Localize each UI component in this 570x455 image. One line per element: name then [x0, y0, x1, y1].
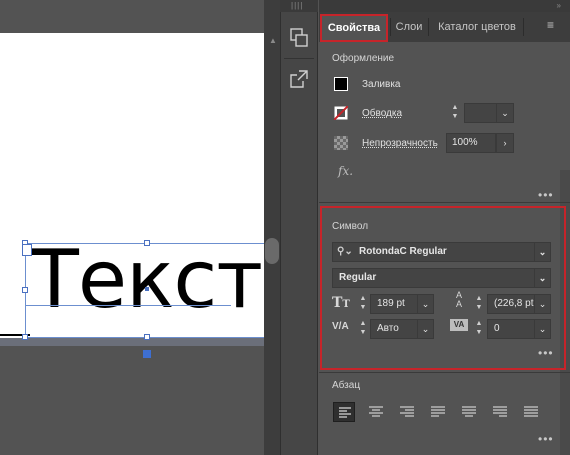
section-divider	[319, 202, 570, 203]
panel-menu-icon[interactable]: ≡	[547, 18, 554, 32]
panel-header[interactable]: »	[319, 0, 570, 12]
chevron-down-icon: ⌄	[417, 320, 433, 338]
kerning-icon: V/A	[332, 321, 349, 332]
strip-divider	[284, 58, 314, 59]
frame-handle[interactable]	[22, 334, 28, 340]
fx-icon[interactable]: fx.	[338, 164, 353, 178]
baseline-guide	[26, 305, 231, 306]
appearance-more-button[interactable]: •••	[538, 188, 554, 202]
tracking-dropdown[interactable]: 0 ⌄	[487, 319, 551, 339]
tab-divider	[390, 18, 391, 36]
opacity-label[interactable]: Непрозрачность	[362, 138, 438, 149]
align-right-icon[interactable]	[396, 402, 418, 422]
kerning-stepper[interactable]: ▲ ▼	[356, 319, 370, 339]
out-port[interactable]	[143, 350, 151, 358]
frame-handle[interactable]	[144, 334, 150, 340]
justify-center-icon[interactable]	[458, 402, 480, 422]
justify-left-icon[interactable]	[427, 402, 449, 422]
kerning-dropdown[interactable]: Авто ⌄	[370, 319, 434, 339]
justify-right-icon[interactable]	[489, 402, 511, 422]
canvas-vertical-scrollbar[interactable]	[264, 0, 280, 455]
font-size-value: 189 pt	[377, 298, 405, 309]
scroll-thumb[interactable]	[265, 238, 279, 264]
pasteboard-strip	[0, 338, 264, 346]
chevron-down-icon: ⌄	[534, 243, 550, 261]
character-title: Символ	[332, 221, 369, 232]
chevron-down-icon: ⌄	[417, 295, 433, 313]
export-icon[interactable]	[287, 67, 311, 91]
chevron-down-icon: ⌄	[534, 269, 550, 287]
opacity-field[interactable]: 100%	[446, 133, 496, 153]
chevron-down-icon: ⌄	[534, 295, 550, 313]
center-point	[145, 287, 149, 291]
stroke-weight-field[interactable]	[464, 103, 496, 123]
frame-handle[interactable]	[144, 240, 150, 246]
scroll-up-icon[interactable]: ▲	[268, 36, 278, 46]
font-size-icon: TT	[332, 295, 350, 311]
arrange-panels-icon[interactable]	[287, 26, 311, 50]
character-more-button[interactable]: •••	[538, 346, 554, 360]
leading-value: (226,8 pt	[494, 298, 534, 309]
chevron-right-icon: ›	[503, 138, 507, 148]
stroke-stepper[interactable]: ▲ ▼	[448, 103, 462, 123]
tab-layers[interactable]: Слои	[392, 12, 426, 42]
section-divider	[319, 372, 570, 373]
chevron-down-icon: ⌄	[534, 320, 550, 338]
tab-swatches[interactable]: Каталог цветов	[432, 12, 522, 42]
kerning-value: Авто	[377, 323, 399, 334]
leading-stepper[interactable]: ▲ ▼	[472, 294, 486, 314]
tracking-stepper[interactable]: ▲ ▼	[472, 319, 486, 339]
tab-properties[interactable]: Свойства	[320, 14, 388, 42]
fill-label: Заливка	[362, 79, 401, 90]
strip-header[interactable]: ||||	[280, 0, 318, 12]
opacity-icon	[334, 136, 348, 150]
stroke-label[interactable]: Обводка	[362, 108, 402, 119]
chevron-down-icon: ⌄	[501, 108, 509, 118]
font-size-stepper[interactable]: ▲ ▼	[356, 294, 370, 314]
grip-icon[interactable]: ||||	[291, 0, 303, 12]
leading-dropdown[interactable]: (226,8 pt ⌄	[487, 294, 551, 314]
appearance-title: Оформление	[332, 53, 395, 64]
stroke-weight-dropdown[interactable]: ⌄	[496, 103, 514, 123]
tab-divider	[428, 18, 429, 36]
collapse-icon[interactable]: »	[557, 0, 562, 12]
font-style-value: Regular	[339, 272, 377, 283]
font-size-dropdown[interactable]: 189 pt ⌄	[370, 294, 434, 314]
in-port[interactable]	[22, 244, 32, 256]
tab-divider	[523, 18, 524, 36]
opacity-dropdown[interactable]: ›	[496, 133, 514, 153]
align-center-icon[interactable]	[365, 402, 387, 422]
search-icon: ⚲⌄	[337, 246, 353, 257]
frame-handle[interactable]	[22, 287, 28, 293]
tracking-value: 0	[494, 323, 500, 334]
font-style-dropdown[interactable]: Regular ⌄	[332, 268, 551, 288]
font-family-value: RotondaC Regular	[359, 246, 447, 257]
leading-icon: AA	[455, 290, 462, 309]
paragraph-title: Абзац	[332, 380, 361, 391]
paragraph-more-button[interactable]: •••	[538, 432, 554, 446]
align-left-icon[interactable]	[333, 402, 355, 422]
fill-swatch[interactable]	[334, 77, 348, 91]
stroke-swatch[interactable]	[333, 105, 349, 121]
tracking-icon: VA	[450, 319, 468, 331]
justify-all-icon[interactable]	[520, 402, 542, 422]
font-family-dropdown[interactable]: RotondaC Regular ⚲⌄ ⌄	[332, 242, 551, 262]
